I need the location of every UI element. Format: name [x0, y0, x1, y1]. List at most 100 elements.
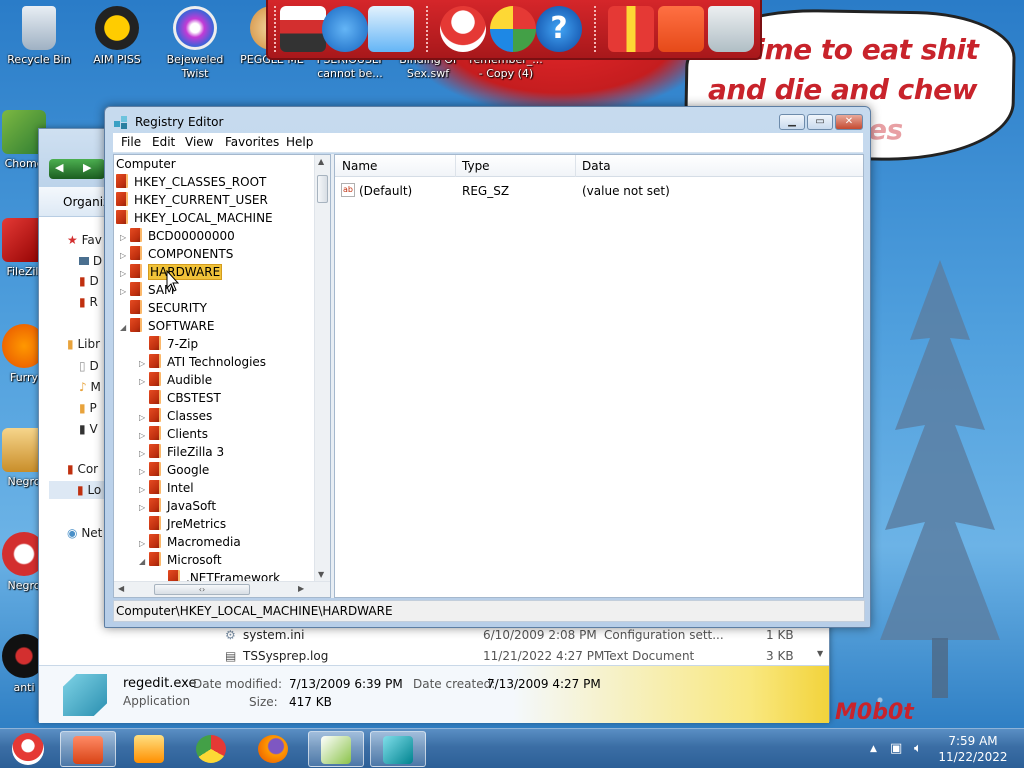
nav-computer[interactable]: ▮ Cor [67, 460, 98, 478]
tree-node[interactable]: ▷ Audible [139, 371, 212, 389]
tree-node[interactable]: ▷ Macromedia [139, 533, 241, 551]
menu-view[interactable]: View [185, 135, 213, 149]
column-divider[interactable] [575, 155, 576, 177]
gift-icon[interactable] [608, 6, 654, 52]
registry-tree-pane[interactable]: Computer HKEY_CLASSES_ROOT HKEY_CURRENT_US… [113, 154, 331, 598]
clock[interactable]: 7:59 AM 11/22/2022 [938, 733, 1008, 765]
nav-favorites[interactable]: ★ Fav [67, 231, 102, 249]
organize-button[interactable]: Organiz [63, 195, 109, 209]
desktop-icon-aim[interactable]: AIM PISS [79, 6, 155, 67]
tree-node[interactable]: ▷ Classes [139, 407, 212, 425]
menu-edit[interactable]: Edit [152, 135, 175, 149]
tree-node[interactable]: 7-Zip [139, 335, 198, 353]
taskbar-explorer-button[interactable] [60, 731, 116, 767]
tree-node[interactable]: ▷ Google [139, 461, 209, 479]
tree-node[interactable]: ▷ JavaSoft [139, 497, 216, 515]
tree-node-label: COMPONENTS [148, 247, 234, 261]
maximize-button[interactable]: ▭ [807, 114, 833, 130]
tree-node[interactable]: ▷ FileZilla 3 [139, 443, 224, 461]
tree-node-label: Macromedia [167, 535, 241, 549]
column-header-data[interactable]: Data [582, 159, 611, 173]
scroll-down-arrow-icon[interactable]: ▼ [318, 570, 324, 579]
show-hidden-icons-arrow[interactable]: ▲ [870, 744, 877, 754]
tree-node[interactable]: JreMetrics [139, 515, 226, 533]
tree-horizontal-scrollbar[interactable]: ◀ ‹› ▶ [114, 581, 330, 597]
nav-item[interactable]: D [79, 252, 102, 270]
nav-item[interactable]: ▮ V [79, 420, 98, 438]
scroll-right-arrow-icon[interactable]: ▶ [298, 584, 304, 593]
tree-node[interactable]: ◢ Microsoft [139, 551, 222, 569]
network-tray-icon[interactable]: ▣ [890, 741, 902, 756]
taskbar-firefox-button[interactable] [246, 731, 302, 767]
desktop-icon-recycle-bin[interactable]: Recycle Bin [1, 6, 77, 67]
folder-icon [73, 736, 103, 764]
tree-node[interactable]: ▷ Intel [139, 479, 194, 497]
folder-icon[interactable] [658, 6, 704, 52]
scroll-thumb[interactable] [317, 175, 328, 203]
control-panel-icon[interactable] [368, 6, 414, 52]
help-icon[interactable]: ? [536, 6, 582, 52]
collapse-arrow-icon[interactable]: ◢ [139, 553, 149, 571]
registry-editor-window[interactable]: Registry Editor ▁ ▭ ✕ File Edit View Fav… [104, 106, 871, 628]
nav-item[interactable]: ▯ D [79, 357, 99, 375]
registry-key-folder-icon [149, 498, 161, 512]
tree-node[interactable]: SECURITY [120, 299, 207, 317]
taskbar-media-button[interactable] [122, 731, 178, 767]
back-arrow-icon[interactable]: ◀ [55, 161, 63, 174]
tree-node[interactable]: ▷ BCD00000000 [120, 227, 235, 245]
tree-node[interactable]: CBSTEST [139, 389, 221, 407]
nav-item[interactable]: ♪ M [79, 378, 101, 396]
tree-node[interactable]: ▷ Clients [139, 425, 208, 443]
snowman-icon[interactable] [440, 6, 486, 52]
values-list-pane[interactable]: Name Type Data ab (Default) REG_SZ (valu… [334, 154, 864, 598]
taskbar-app-button[interactable] [308, 731, 364, 767]
collapse-arrow-icon[interactable]: ◢ [120, 319, 130, 337]
menu-help[interactable]: Help [286, 135, 313, 149]
tree-node[interactable]: ◢ SOFTWARE [120, 317, 214, 335]
nav-libraries[interactable]: ▮ Libr [67, 335, 100, 353]
close-button[interactable]: ✕ [835, 114, 863, 130]
back-forward-buttons[interactable]: ◀ ▶ [49, 159, 105, 179]
file-row[interactable]: ⚙ system.ini 6/10/2009 2:08 PM Configura… [219, 625, 819, 645]
tree-node[interactable]: ▷ ATI Technologies [139, 353, 266, 371]
nav-item[interactable]: ▮ R [79, 293, 98, 311]
column-header-name[interactable]: Name [342, 159, 377, 173]
menu-favorites[interactable]: Favorites [225, 135, 279, 149]
tree-node[interactable]: HKEY_CURRENT_USER [116, 191, 268, 209]
scroll-thumb[interactable]: ‹› [154, 584, 250, 595]
tree-vertical-scrollbar[interactable]: ▲ ▼ [314, 155, 330, 597]
tree-node[interactable]: HKEY_LOCAL_MACHINE [116, 209, 273, 227]
tree-node-label: Intel [167, 481, 194, 495]
firefox-icon [258, 735, 288, 763]
volume-icon[interactable]: 🔈︎ [914, 741, 922, 756]
tree-node-label: Classes [167, 409, 213, 423]
desktop-icon-bejeweled[interactable]: Bejeweled Twist [157, 6, 233, 81]
tree-node[interactable]: Computer [116, 155, 176, 173]
minimize-button[interactable]: ▁ [779, 114, 805, 130]
wallpaper-brand-text: M0b0t [835, 700, 914, 725]
nav-item[interactable]: ▮ D [79, 272, 99, 290]
nav-network[interactable]: ◉ Net [67, 524, 102, 542]
tree-node[interactable]: ▷ COMPONENTS [120, 245, 233, 263]
scroll-up-arrow-icon[interactable]: ▲ [318, 157, 324, 166]
taskbar-regedit-button[interactable] [370, 731, 426, 767]
windows-update-icon[interactable] [490, 6, 536, 52]
column-divider[interactable] [455, 155, 456, 177]
globe-icon[interactable] [322, 6, 368, 52]
file-row[interactable]: ▤ TSSysprep.log 11/21/2022 4:27 PM Text … [219, 646, 819, 666]
start-button[interactable] [6, 730, 48, 768]
desktop-icon-label: Bejeweled Twist [166, 53, 224, 80]
scroll-left-arrow-icon[interactable]: ◀ [118, 584, 124, 593]
taskbar-chrome-button[interactable] [184, 731, 240, 767]
value-row[interactable]: ab (Default) REG_SZ (value not set) [335, 183, 863, 201]
list-header: Name Type Data [335, 155, 863, 177]
monitor-santa-icon[interactable] [280, 6, 326, 52]
forward-arrow-icon[interactable]: ▶ [83, 161, 91, 174]
column-header-type[interactable]: Type [462, 159, 490, 173]
clock-time: 7:59 AM [948, 734, 998, 748]
scroll-down-arrow-icon[interactable]: ▼ [817, 649, 823, 658]
menu-file[interactable]: File [121, 135, 141, 149]
tree-node[interactable]: HKEY_CLASSES_ROOT [116, 173, 266, 191]
nav-item[interactable]: ▮ P [79, 399, 97, 417]
recycle-bin-icon[interactable] [708, 6, 754, 52]
